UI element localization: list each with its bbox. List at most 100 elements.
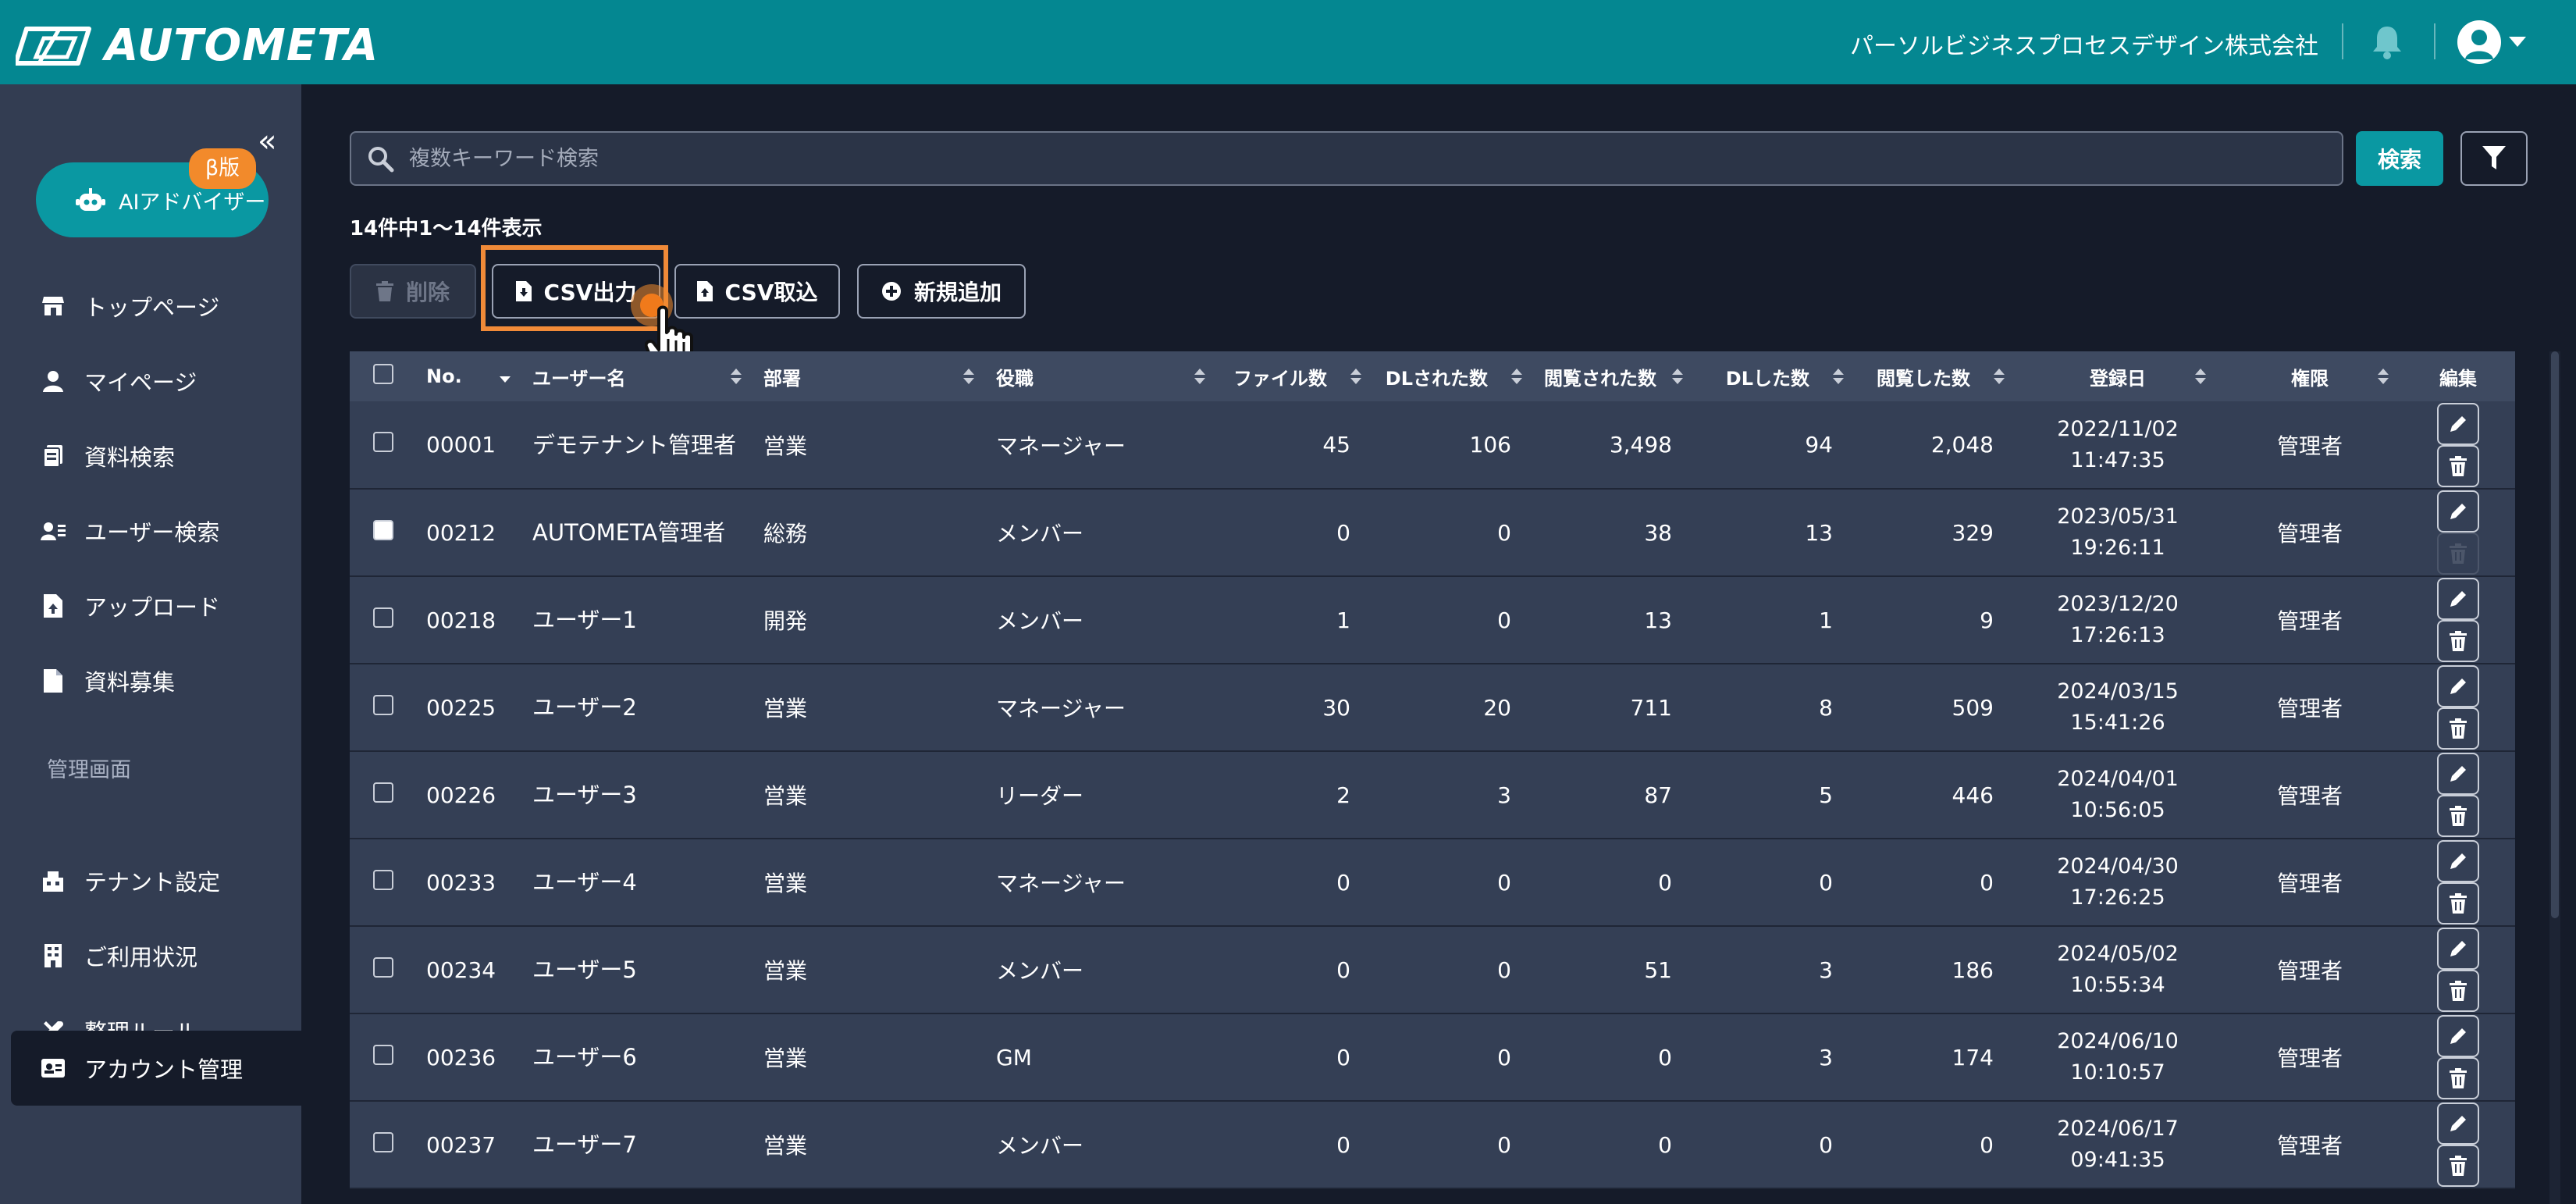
cell-views-made: 329 xyxy=(1952,519,1994,546)
delete-row-button[interactable] xyxy=(2437,970,2479,1012)
sidebar-item-document-request[interactable]: 資料募集 xyxy=(11,643,301,718)
cell-department: 営業 xyxy=(763,871,808,896)
sort-icon[interactable] xyxy=(1831,367,1845,390)
delete-button[interactable]: 削除 xyxy=(350,264,476,319)
header-views-made[interactable]: 閲覧した数 xyxy=(1856,351,2017,401)
search-icon xyxy=(367,145,395,176)
edit-button[interactable] xyxy=(2437,1102,2479,1145)
sort-icon[interactable] xyxy=(1670,367,1685,390)
edit-button[interactable] xyxy=(2437,578,2479,620)
cell-user-name: ユーザー4 xyxy=(532,869,637,896)
sidebar-item-top-page[interactable]: トップページ xyxy=(11,269,301,344)
search-button[interactable]: 検索 xyxy=(2356,131,2443,186)
select-all-checkbox[interactable] xyxy=(373,364,393,384)
cell-no: 00236 xyxy=(426,1044,496,1070)
delete-row-button[interactable] xyxy=(2437,1145,2479,1187)
header-user-name[interactable]: ユーザー名 xyxy=(523,351,754,401)
registered-date: 2024/04/30 xyxy=(2057,854,2179,878)
edit-button[interactable] xyxy=(2437,490,2479,533)
section-label-admin: 管理画面 xyxy=(47,758,131,782)
delete-row-button[interactable] xyxy=(2437,444,2479,487)
row-checkbox[interactable] xyxy=(373,782,393,803)
sort-icon[interactable] xyxy=(2194,367,2208,390)
notification-bell-icon[interactable] xyxy=(2370,23,2404,64)
header-viewed-count[interactable]: 閲覧された数 xyxy=(1535,351,1695,401)
add-new-button[interactable]: 新規追加 xyxy=(857,264,1026,319)
header-downloaded-count[interactable]: DLされた数 xyxy=(1374,351,1535,401)
sidebar: « AIアドバイザー β版 トップページ マイページ 資料検索 ユーザー検索 ア… xyxy=(0,84,301,1204)
cell-file-count: 0 xyxy=(1336,519,1350,546)
row-select-cell xyxy=(350,401,417,489)
cell-permission: 管理者 xyxy=(2276,433,2343,459)
row-checkbox[interactable] xyxy=(373,869,393,890)
row-checkbox[interactable] xyxy=(373,694,393,715)
edit-button[interactable] xyxy=(2437,1015,2479,1057)
delete-row-button[interactable] xyxy=(2437,620,2479,662)
sort-icon[interactable] xyxy=(1510,367,1524,390)
registered-date: 2024/03/15 xyxy=(2057,679,2179,704)
delete-row-button[interactable] xyxy=(2437,1057,2479,1099)
edit-button[interactable] xyxy=(2437,665,2479,707)
row-checkbox[interactable] xyxy=(373,607,393,628)
header-department[interactable]: 部署 xyxy=(754,351,987,401)
header-file-count[interactable]: ファイル数 xyxy=(1218,351,1374,401)
brand-logo[interactable]: AUTOMETA xyxy=(16,20,379,71)
delete-row-button[interactable] xyxy=(2437,882,2479,924)
scrollbar-thumb[interactable] xyxy=(2551,351,2559,918)
plus-circle-icon xyxy=(881,281,902,301)
collapse-sidebar-icon[interactable]: « xyxy=(258,123,276,159)
cell-downloaded-count: 106 xyxy=(1469,432,1511,458)
sort-icon[interactable] xyxy=(1349,367,1363,390)
robot-icon xyxy=(76,188,105,211)
cell-registered-date: 2024/06/10 10:10:57 xyxy=(2017,1013,2218,1101)
sort-icon[interactable] xyxy=(2376,367,2390,390)
sort-icon[interactable] xyxy=(962,367,976,390)
sort-icon[interactable] xyxy=(1193,367,1207,390)
cell-downloaded-count: 0 xyxy=(1497,1131,1511,1158)
row-checkbox[interactable] xyxy=(373,1044,393,1065)
sidebar-item-my-page[interactable]: マイページ xyxy=(11,344,301,419)
user-icon xyxy=(37,365,69,397)
row-checkbox[interactable] xyxy=(373,519,393,540)
sidebar-item-document-search[interactable]: 資料検索 xyxy=(11,419,301,493)
edit-button[interactable] xyxy=(2437,928,2479,970)
cell-permission: 管理者 xyxy=(2276,1133,2343,1159)
row-checkbox[interactable] xyxy=(373,432,393,452)
edit-button[interactable] xyxy=(2437,402,2479,445)
sort-icon[interactable] xyxy=(729,367,743,390)
header-role[interactable]: 役職 xyxy=(987,351,1218,401)
cell-user-name: ユーザー1 xyxy=(532,607,637,633)
user-avatar-icon[interactable] xyxy=(2457,20,2501,64)
row-checkbox[interactable] xyxy=(373,956,393,978)
chevron-down-icon[interactable] xyxy=(2509,36,2526,51)
sort-desc-icon[interactable] xyxy=(498,367,512,390)
row-checkbox[interactable] xyxy=(373,1131,393,1152)
header-permission[interactable]: 権限 xyxy=(2218,351,2401,401)
delete-row-button[interactable] xyxy=(2437,707,2479,750)
cell-actions xyxy=(2401,401,2515,489)
sidebar-item-usage[interactable]: ご利用状況 xyxy=(11,918,301,993)
keyword-search-input[interactable] xyxy=(409,146,2342,171)
delete-row-button[interactable] xyxy=(2437,533,2479,575)
store-icon xyxy=(37,290,69,322)
sidebar-item-upload[interactable]: アップロード xyxy=(11,568,301,643)
cell-actions xyxy=(2401,664,2515,751)
sort-icon[interactable] xyxy=(1992,367,2006,390)
cell-downloaded-count: 20 xyxy=(1483,694,1511,721)
table-row: 00233 ユーザー4 営業 マネージャー 0 0 0 0 0 2024/04/… xyxy=(350,839,2515,926)
registered-time: 15:41:26 xyxy=(2070,711,2165,735)
filter-button[interactable] xyxy=(2460,131,2528,186)
edit-button[interactable] xyxy=(2437,840,2479,882)
cell-department: 営業 xyxy=(763,1133,808,1159)
cell-department: 営業 xyxy=(763,1045,808,1071)
edit-button[interactable] xyxy=(2437,753,2479,795)
header-registered-date[interactable]: 登録日 xyxy=(2017,351,2218,401)
header-downloads-made[interactable]: DLした数 xyxy=(1695,351,1856,401)
sidebar-item-user-search[interactable]: ユーザー検索 xyxy=(11,493,301,568)
delete-row-button[interactable] xyxy=(2437,795,2479,837)
header-no[interactable]: No. xyxy=(417,351,523,401)
sidebar-item-tenant-settings[interactable]: テナント設定 xyxy=(11,843,301,918)
sidebar-item-account-management[interactable]: アカウント管理 xyxy=(11,1031,301,1106)
document-search-icon xyxy=(37,440,69,472)
trash-icon xyxy=(2450,631,2467,651)
